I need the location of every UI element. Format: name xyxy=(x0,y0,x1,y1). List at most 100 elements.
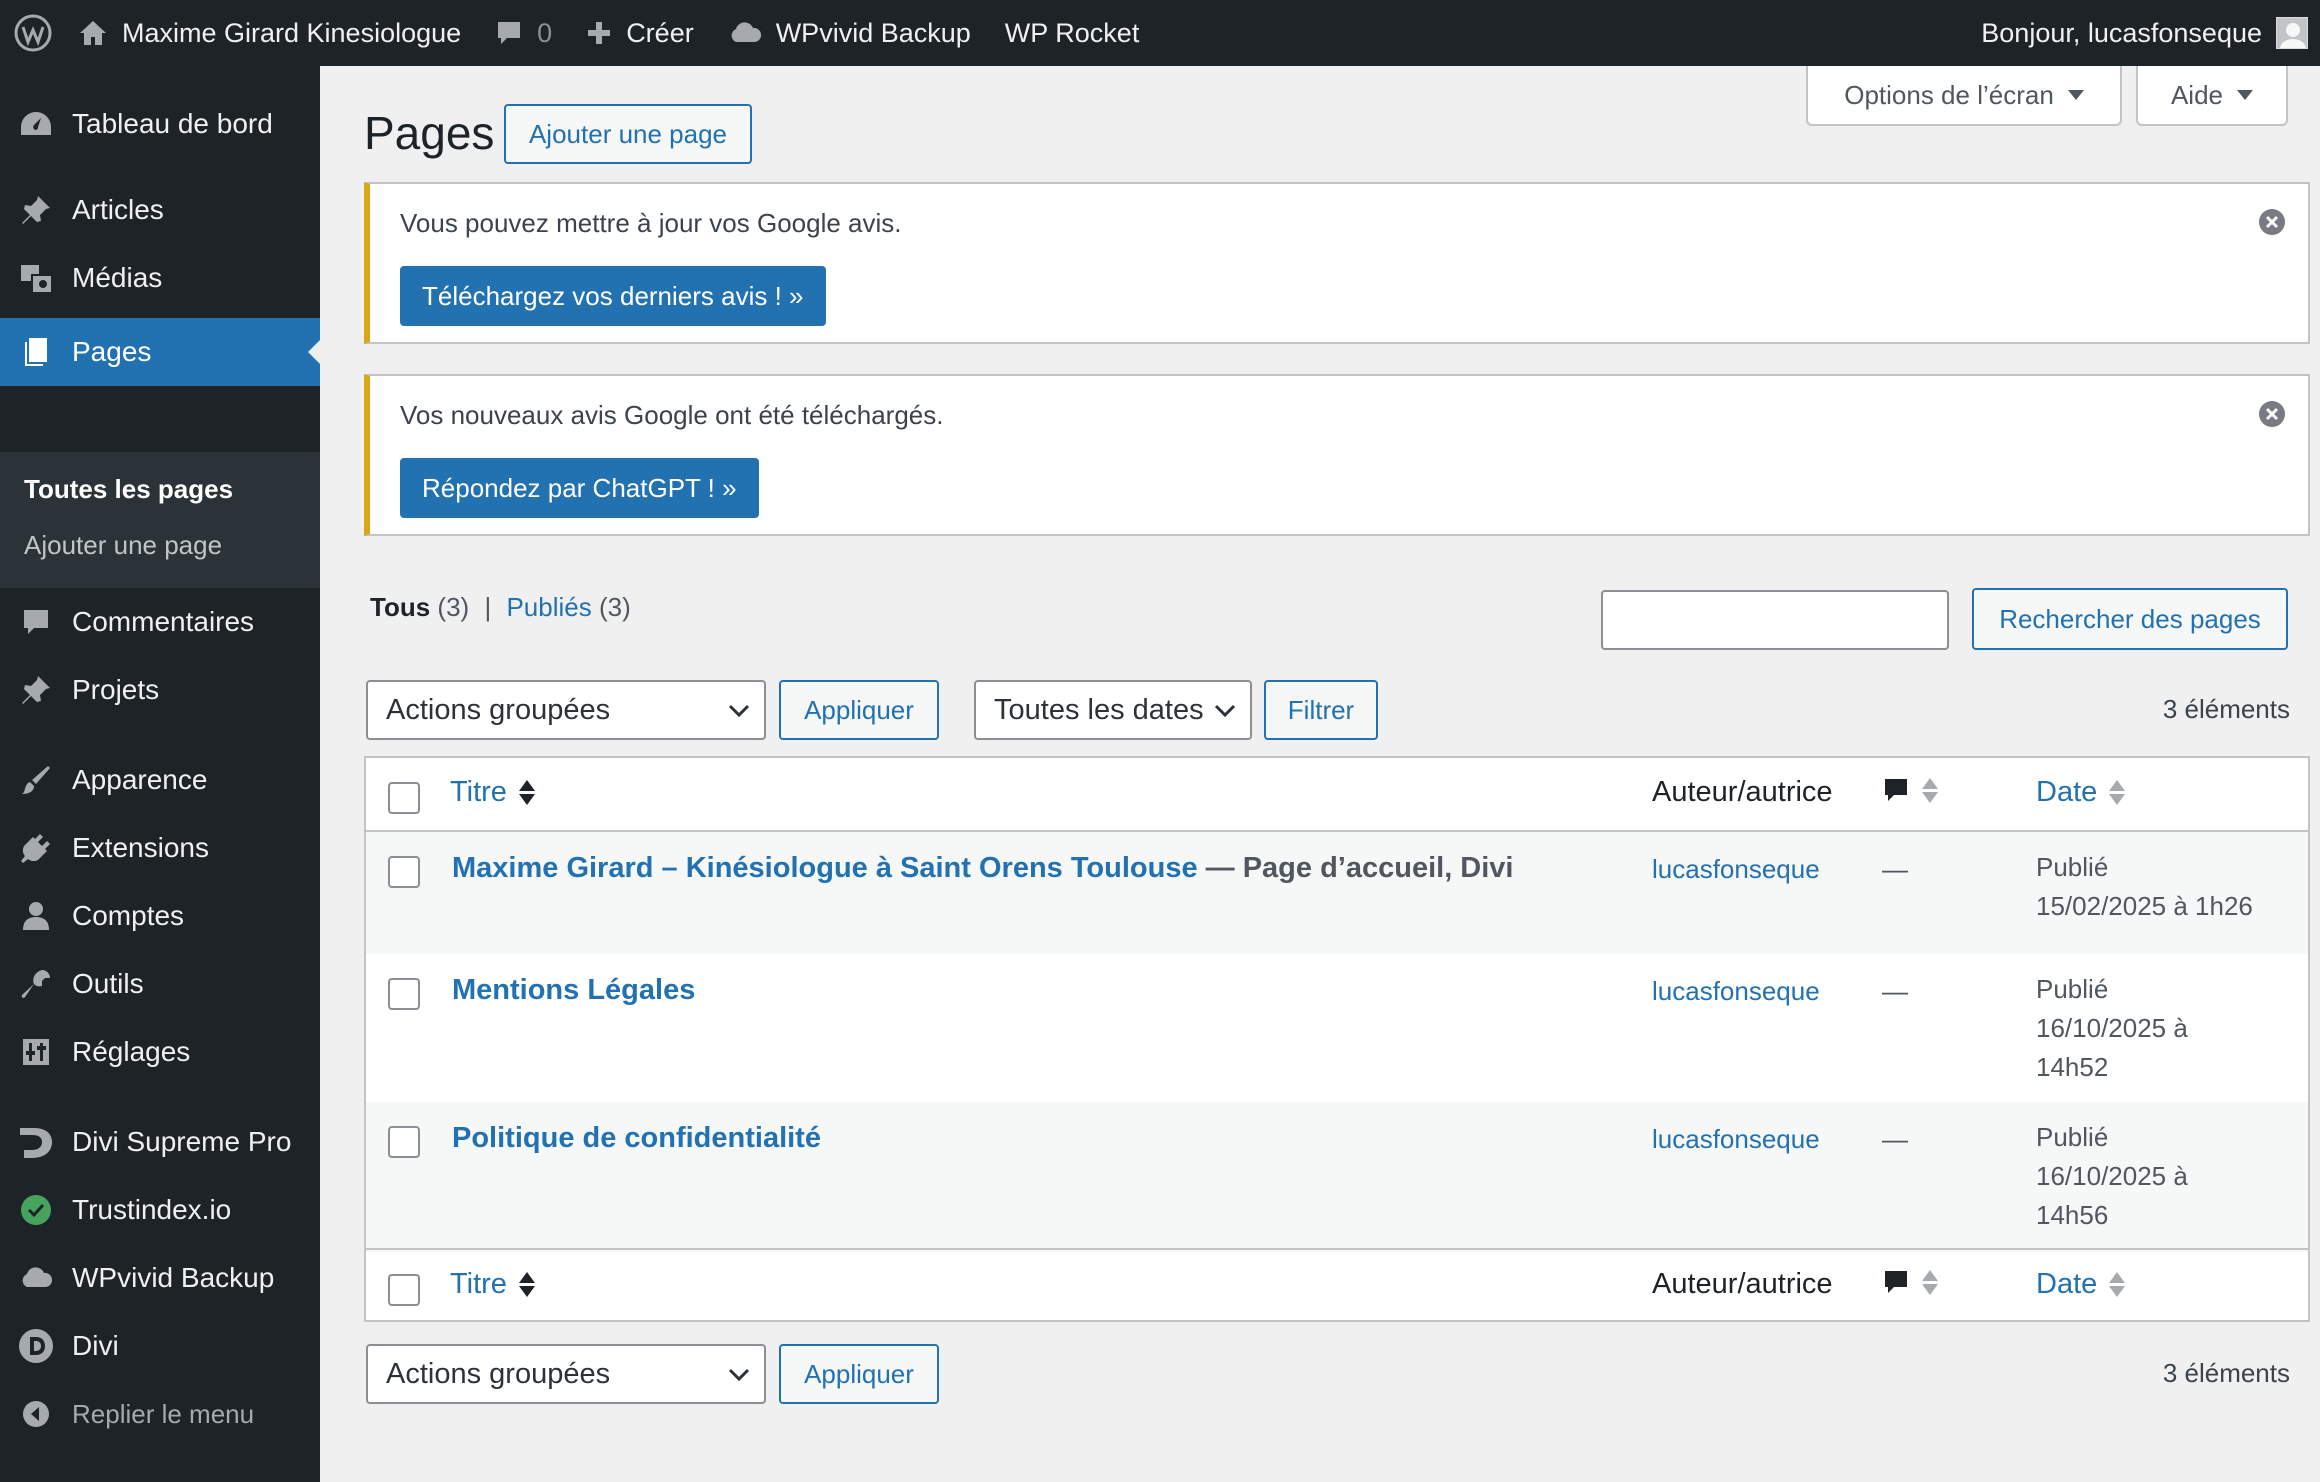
row-comments: — xyxy=(1882,1124,1908,1154)
column-title-header[interactable]: Titre xyxy=(450,776,535,809)
submenu-item-all-pages[interactable]: Toutes les pages xyxy=(24,474,233,505)
help-button[interactable]: Aide xyxy=(2136,66,2288,126)
bulk-actions-select-top[interactable]: Actions groupées xyxy=(366,680,766,740)
sidebar-item-comments[interactable]: Commentaires xyxy=(0,588,320,656)
column-date-footer[interactable]: Date xyxy=(2036,1268,2126,1301)
sidebar-item-plugins[interactable]: Extensions xyxy=(0,814,320,882)
add-new-page-button[interactable]: Ajouter une page xyxy=(504,104,752,164)
wp-rocket-link[interactable]: WP Rocket xyxy=(988,0,1157,66)
notice-reviews-downloaded: Vos nouveaux avis Google ont été télécha… xyxy=(364,374,2310,536)
table-row: Politique de confidentialité lucasfonseq… xyxy=(366,1102,2308,1252)
chevron-down-icon xyxy=(728,704,750,718)
sidebar-item-dashboard[interactable]: Tableau de bord xyxy=(0,90,320,158)
column-title-label: Titre xyxy=(450,776,507,808)
paintbrush-icon xyxy=(22,766,50,794)
submenu-item-add-page[interactable]: Ajouter une page xyxy=(24,530,222,561)
select-all-checkbox-footer[interactable] xyxy=(388,1274,420,1306)
apply-button-top[interactable]: Appliquer xyxy=(779,680,939,740)
chevron-down-icon xyxy=(728,1368,750,1382)
column-author-header: Auteur/autrice xyxy=(1652,776,1833,808)
sidebar-item-settings[interactable]: Réglages xyxy=(0,1018,320,1086)
bulk-actions-select-bottom[interactable]: Actions groupées xyxy=(366,1344,766,1404)
screen-options-button[interactable]: Options de l’écran xyxy=(1806,66,2122,126)
screen-options-label: Options de l’écran xyxy=(1844,79,2054,110)
filter-button[interactable]: Filtrer xyxy=(1264,680,1378,740)
row-title-link[interactable]: Maxime Girard – Kinésiologue à Saint Ore… xyxy=(452,852,1198,884)
sidebar-item-appearance[interactable]: Apparence xyxy=(0,746,320,814)
row-author-link[interactable]: lucasfonseque xyxy=(1652,976,1820,1007)
chevron-down-icon xyxy=(1214,704,1236,718)
settings-sliders-icon xyxy=(23,1039,49,1065)
sidebar-item-divi-supreme[interactable]: Divi Supreme Pro xyxy=(0,1108,320,1176)
cloud-icon xyxy=(731,22,761,42)
date-filter-value: Toutes les dates xyxy=(994,693,1204,726)
sidebar-item-label: Réglages xyxy=(72,1036,191,1067)
row-date-value: 16/10/2025 à xyxy=(2036,1013,2188,1043)
row-author-link[interactable]: lucasfonseque xyxy=(1652,854,1820,885)
row-date-value: 15/02/2025 à 1h26 xyxy=(2036,891,2253,921)
select-all-checkbox[interactable] xyxy=(388,782,420,814)
sidebar-item-posts[interactable]: Articles xyxy=(0,176,320,244)
apply-button-bottom[interactable]: Appliquer xyxy=(779,1344,939,1404)
table-footer: Titre Auteur/autrice Date xyxy=(366,1248,2308,1320)
new-content-link[interactable]: Créer xyxy=(569,0,711,66)
sidebar-item-tools[interactable]: Outils xyxy=(0,950,320,1018)
pages-table: Titre Auteur/autrice Date Maxime Girard … xyxy=(364,756,2310,1322)
sidebar-item-label: Projets xyxy=(72,674,160,705)
comment-bubble-icon xyxy=(498,22,521,44)
row-checkbox[interactable] xyxy=(388,978,420,1010)
wp-rocket-label: WP Rocket xyxy=(1004,17,1140,48)
items-count-top: 3 éléments xyxy=(2162,694,2290,724)
sidebar-item-pages[interactable]: Pages xyxy=(0,318,320,386)
date-filter-select[interactable]: Toutes les dates xyxy=(974,680,1252,740)
sidebar-item-divi[interactable]: Divi xyxy=(0,1312,320,1380)
comments-link[interactable]: 0 xyxy=(478,0,569,66)
row-date: Publié 16/10/2025 à 14h56 xyxy=(2036,1118,2292,1235)
sidebar-item-trustindex[interactable]: Trustindex.io xyxy=(0,1176,320,1244)
sidebar-item-label: Extensions xyxy=(72,832,209,863)
sidebar-item-media[interactable]: Médias xyxy=(0,244,320,312)
row-checkbox[interactable] xyxy=(388,856,420,888)
download-reviews-button[interactable]: Téléchargez vos derniers avis ! » xyxy=(400,266,826,326)
wordpress-logo-icon[interactable] xyxy=(0,0,66,66)
pages-submenu: Toutes les pages Ajouter une page xyxy=(0,452,320,588)
site-name-link[interactable]: Maxime Girard Kinesiologue xyxy=(66,0,478,66)
row-author-link[interactable]: lucasfonseque xyxy=(1652,1124,1820,1155)
collapse-menu-label: Replier le menu xyxy=(72,1398,255,1429)
search-pages-input[interactable] xyxy=(1601,590,1949,650)
divi-supreme-icon xyxy=(20,1128,52,1158)
main-content: Options de l’écran Aide Pages Ajouter un… xyxy=(320,66,2320,1482)
column-author-footer: Auteur/autrice xyxy=(1652,1268,1833,1300)
column-date-header[interactable]: Date xyxy=(2036,776,2126,809)
sidebar-item-label: Comptes xyxy=(72,900,185,931)
column-comments-header[interactable] xyxy=(1882,776,1938,804)
plus-icon xyxy=(588,22,611,44)
wpvivid-backup-link[interactable]: WPvivid Backup xyxy=(711,0,988,66)
row-comments: — xyxy=(1882,976,1908,1006)
row-title-link[interactable]: Politique de confidentialité xyxy=(452,1122,821,1155)
plug-icon xyxy=(21,834,50,863)
row-checkbox[interactable] xyxy=(388,1126,420,1158)
caret-down-icon xyxy=(2067,90,2084,100)
admin-bar: Maxime Girard Kinesiologue 0 Créer WPviv… xyxy=(0,0,2320,66)
collapse-menu-button[interactable]: Replier le menu xyxy=(0,1380,320,1448)
view-published-link[interactable]: Publiés xyxy=(506,592,591,622)
view-all-link[interactable]: Tous xyxy=(370,592,430,622)
sidebar-item-label: Articles xyxy=(72,194,164,225)
sidebar-item-label: Divi xyxy=(72,1330,119,1361)
my-account[interactable]: Bonjour, lucasfonseque xyxy=(1981,0,2320,66)
search-pages-button[interactable]: Rechercher des pages xyxy=(1972,588,2288,650)
column-title-footer[interactable]: Titre xyxy=(450,1268,535,1301)
dismiss-icon[interactable] xyxy=(2258,400,2286,428)
row-title-link[interactable]: Mentions Légales xyxy=(452,974,695,1007)
column-comments-footer[interactable] xyxy=(1882,1268,1938,1296)
sidebar-item-projects[interactable]: Projets xyxy=(0,656,320,724)
row-comments: — xyxy=(1882,854,1908,884)
notice-text: Vos nouveaux avis Google ont été télécha… xyxy=(400,400,944,430)
sidebar-item-users[interactable]: Comptes xyxy=(0,882,320,950)
reply-chatgpt-button[interactable]: Répondez par ChatGPT ! » xyxy=(400,458,759,518)
sidebar-item-wpvivid[interactable]: WPvivid Backup xyxy=(0,1244,320,1312)
dismiss-icon[interactable] xyxy=(2258,208,2286,236)
status-filter-links: Tous (3) | Publiés (3) xyxy=(370,592,631,623)
row-date: Publié 16/10/2025 à 14h52 xyxy=(2036,970,2292,1087)
